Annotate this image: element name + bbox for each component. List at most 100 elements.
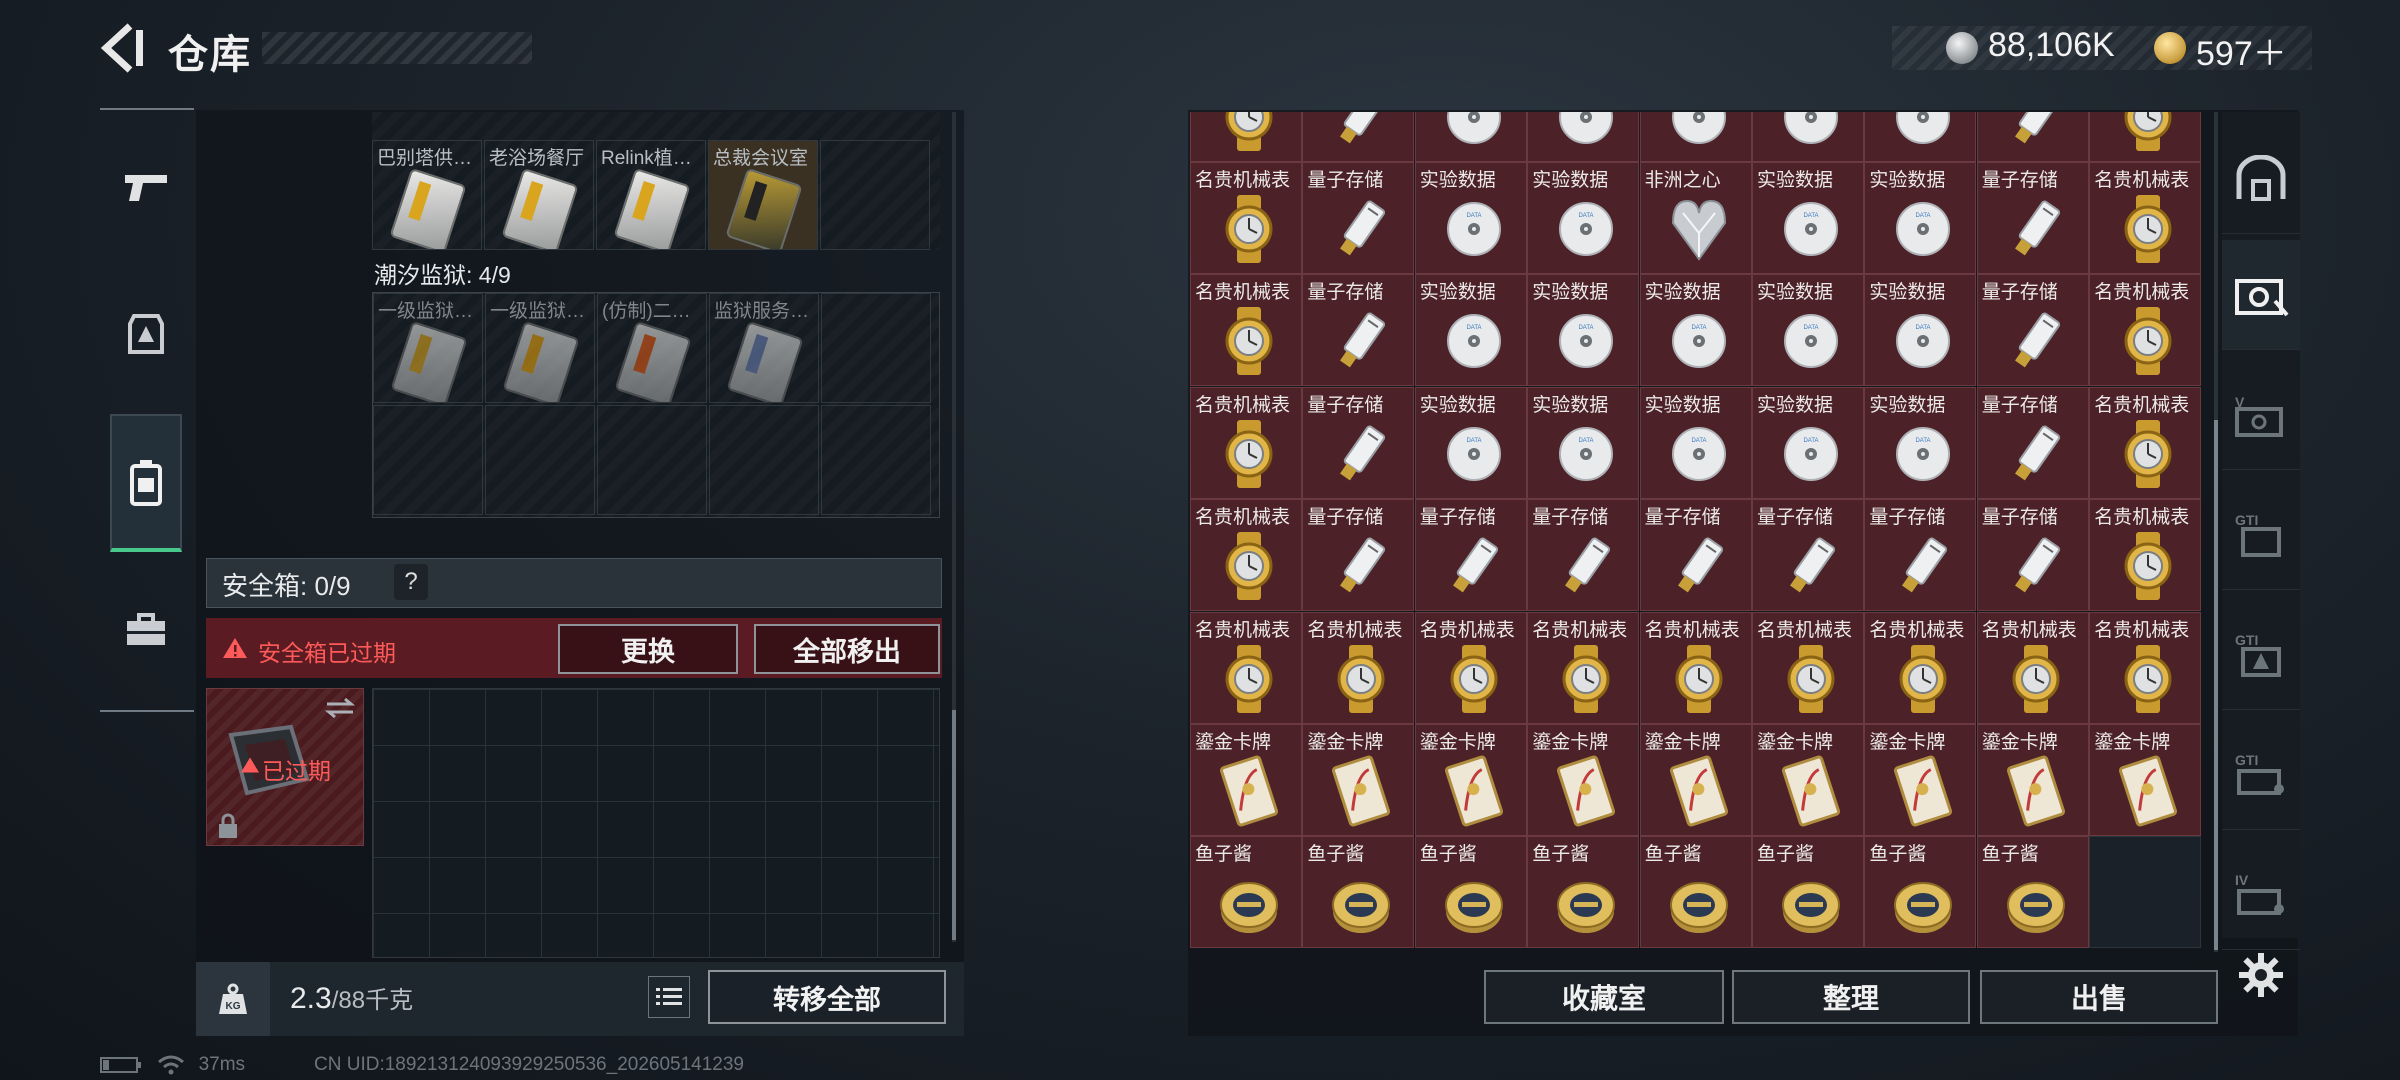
stash-item-cell[interactable]: 鎏金卡牌 <box>1302 724 1415 836</box>
stash-item-cell[interactable]: 实验数据 DATA <box>1527 274 1640 387</box>
stash-item-cell[interactable]: 名贵机械表 <box>1639 611 1752 724</box>
tab-gti-3[interactable]: GTI <box>2222 720 2300 830</box>
empty-slot[interactable] <box>821 405 931 515</box>
keycard-slot[interactable]: 老浴场餐厅 <box>484 140 594 250</box>
keycard-slot[interactable]: 监狱服务… <box>709 293 819 403</box>
empty-slot[interactable] <box>821 293 931 403</box>
settings-gear-icon[interactable] <box>2238 952 2284 998</box>
keycard-slot[interactable]: Relink植… <box>596 140 706 250</box>
stash-item-cell[interactable]: 量子存储 <box>1414 499 1527 612</box>
nav-toolbox[interactable] <box>110 586 182 674</box>
stash-item-cell[interactable]: DATA <box>1864 112 1977 162</box>
nav-armor[interactable] <box>110 290 182 378</box>
stash-item-cell[interactable]: 实验数据 DATA <box>1864 162 1977 274</box>
nav-backpack[interactable] <box>110 414 182 552</box>
empty-slot[interactable] <box>597 405 707 515</box>
stash-item-cell[interactable]: DATA <box>1752 112 1864 162</box>
stash-item-cell[interactable]: 量子存储 <box>1302 386 1415 499</box>
stash-item-cell[interactable]: 名贵机械表 <box>1190 611 1302 724</box>
keycard-slot[interactable]: 巴别塔供… <box>372 140 482 250</box>
stash-item-cell[interactable]: 鱼子酱 <box>1302 836 1415 949</box>
stash-item-cell[interactable]: 实验数据 DATA <box>1527 162 1640 274</box>
tab-vault[interactable] <box>2222 240 2300 350</box>
stash-item-cell[interactable]: 名贵机械表 <box>2089 499 2202 612</box>
stash-item-cell[interactable]: 名贵机械表 <box>1190 274 1302 387</box>
stash-item-cell[interactable]: 实验数据 DATA <box>1752 162 1864 274</box>
stash-item-cell[interactable]: 鱼子酱 <box>1414 836 1527 949</box>
swap-icon[interactable] <box>325 697 355 719</box>
stash-item-cell[interactable]: 鎏金卡牌 <box>2089 724 2202 836</box>
stash-item-cell[interactable]: 名贵机械表 <box>1527 611 1640 724</box>
stash-item-cell[interactable]: 鱼子酱 <box>1864 836 1977 949</box>
tab-gti-1[interactable]: GTI <box>2222 480 2300 590</box>
empty-slot[interactable] <box>373 405 483 515</box>
stash-item-cell[interactable]: 实验数据 DATA <box>1864 386 1977 499</box>
stash-item-cell[interactable]: 鱼子酱 <box>1752 836 1864 949</box>
stash-item-cell[interactable]: 名贵机械表 <box>1864 611 1977 724</box>
stash-item-cell[interactable] <box>1302 112 1415 162</box>
stash-item-cell[interactable]: 鎏金卡牌 <box>1752 724 1864 836</box>
stash-item-cell[interactable]: 实验数据 DATA <box>1752 386 1864 499</box>
empty-slot[interactable] <box>485 405 595 515</box>
stash-item-cell[interactable]: 鱼子酱 <box>1527 836 1640 949</box>
stash-item-cell[interactable]: 鎏金卡牌 <box>1864 724 1977 836</box>
stash-item-cell[interactable]: 鱼子酱 <box>1190 836 1302 949</box>
stash-item-cell[interactable]: 非洲之心 <box>1639 162 1752 274</box>
stash-item-cell[interactable]: DATA <box>1414 112 1527 162</box>
stash-item-cell[interactable]: 名贵机械表 <box>1752 611 1864 724</box>
stash-item-cell[interactable]: DATA <box>1527 112 1640 162</box>
keycard-slot[interactable]: (仿制)二… <box>597 293 707 403</box>
stash-item-cell[interactable]: 鎏金卡牌 <box>1527 724 1640 836</box>
stash-item-cell[interactable]: 名贵机械表 <box>2089 162 2202 274</box>
stash-item-cell[interactable]: 量子存储 <box>1527 499 1640 612</box>
stash-item-cell[interactable]: 量子存储 <box>1976 162 2089 274</box>
stash-item-cell[interactable] <box>1190 112 1302 162</box>
nav-weapons[interactable] <box>110 144 182 232</box>
stash-item-cell[interactable]: 鎏金卡牌 <box>1190 724 1302 836</box>
tab-iv[interactable]: IV <box>2222 840 2300 950</box>
stash-item-cell[interactable]: 名贵机械表 <box>1190 386 1302 499</box>
stash-item-cell[interactable]: 名贵机械表 <box>1414 611 1527 724</box>
stash-item-cell[interactable]: 名贵机械表 <box>2089 274 2202 387</box>
empty-slot[interactable] <box>2089 836 2202 949</box>
tab-v[interactable]: V <box>2222 360 2300 470</box>
stash-item-cell[interactable]: 量子存储 <box>1302 274 1415 387</box>
sell-button[interactable]: 出售 <box>1980 970 2218 1024</box>
stash-item-cell[interactable]: 名贵机械表 <box>2089 386 2202 499</box>
stash-item-cell[interactable]: 量子存储 <box>1976 499 2089 612</box>
stash-item-cell[interactable]: 量子存储 <box>1976 386 2089 499</box>
tab-hideout[interactable] <box>2222 124 2300 234</box>
left-scrollbar-thumb[interactable] <box>952 710 956 940</box>
stash-item-cell[interactable]: 名贵机械表 <box>1976 611 2089 724</box>
stash-item-cell[interactable]: 鎏金卡牌 <box>1639 724 1752 836</box>
stash-item-cell[interactable]: DATA <box>1639 112 1752 162</box>
right-scrollbar-thumb[interactable] <box>2214 420 2218 950</box>
stash-item-cell[interactable]: 量子存储 <box>1864 499 1977 612</box>
stash-item-cell[interactable]: 实验数据 DATA <box>1864 274 1977 387</box>
stash-item-cell[interactable] <box>2089 112 2202 162</box>
stash-item-cell[interactable]: 鎏金卡牌 <box>1976 724 2089 836</box>
stash-item-cell[interactable]: 名贵机械表 <box>1190 499 1302 612</box>
tab-gti-2[interactable]: GTI <box>2222 600 2300 710</box>
stash-item-cell[interactable]: 量子存储 <box>1302 499 1415 612</box>
stash-item-cell[interactable] <box>1976 112 2089 162</box>
stash-item-cell[interactable]: 实验数据 DATA <box>1639 386 1752 499</box>
safebox-grid[interactable] <box>372 688 940 958</box>
stash-item-cell[interactable]: 量子存储 <box>1639 499 1752 612</box>
stash-item-cell[interactable]: 量子存储 <box>1752 499 1864 612</box>
stash-item-cell[interactable]: 实验数据 DATA <box>1639 274 1752 387</box>
stash-item-cell[interactable]: 名贵机械表 <box>1302 611 1415 724</box>
collection-room-button[interactable]: 收藏室 <box>1484 970 1724 1024</box>
replace-button[interactable]: 更换 <box>558 624 738 674</box>
stash-item-cell[interactable]: 实验数据 DATA <box>1752 274 1864 387</box>
stash-item-cell[interactable]: 实验数据 DATA <box>1414 162 1527 274</box>
stash-item-cell[interactable]: 名贵机械表 <box>1190 162 1302 274</box>
transfer-all-button[interactable]: 转移全部 <box>708 970 946 1024</box>
stash-item-cell[interactable]: 实验数据 DATA <box>1527 386 1640 499</box>
stash-item-cell[interactable]: 实验数据 DATA <box>1414 274 1527 387</box>
empty-slot[interactable] <box>820 140 930 250</box>
gold-currency-amount[interactable]: 597＋ <box>2196 26 2287 75</box>
sort-button[interactable]: 整理 <box>1732 970 1970 1024</box>
move-all-out-button[interactable]: 全部移出 <box>754 624 940 674</box>
stash-item-cell[interactable]: 鱼子酱 <box>1639 836 1752 949</box>
